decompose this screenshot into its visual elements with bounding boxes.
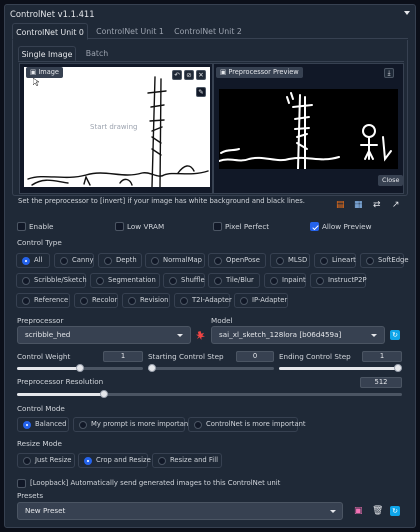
start-step-input[interactable]: 0 — [236, 351, 274, 362]
end-step-label: Ending Control Step — [279, 352, 351, 361]
resolution-label: Preprocessor Resolution — [17, 377, 104, 386]
preview-edges — [219, 92, 392, 169]
low-vram-label: Low VRAM — [127, 222, 165, 231]
collapse-chevron-icon[interactable] — [403, 9, 411, 17]
control-type-scribble[interactable]: Scribble/Sketch — [16, 273, 87, 288]
chevron-down-icon — [330, 510, 336, 513]
control-type-shuffle[interactable]: Shuffle — [163, 273, 205, 288]
presets-value: New Preset — [25, 506, 66, 515]
model-value: sai_xl_sketch_128lora [b06d459a] — [219, 330, 342, 339]
low-vram-checkbox[interactable] — [115, 222, 124, 231]
refresh-icon[interactable]: ↻ — [390, 506, 400, 516]
control-weight-input[interactable]: 1 — [103, 351, 143, 362]
grid-icon[interactable]: ▦ — [354, 200, 364, 210]
loopback-checkbox[interactable] — [17, 479, 26, 488]
control-type-normalmap[interactable]: NormalMap — [145, 253, 205, 268]
control-mode-label: Control Mode — [17, 404, 65, 413]
control-type-tile-blur[interactable]: Tile/Blur — [208, 273, 260, 288]
resolution-input[interactable]: 512 — [360, 377, 402, 388]
refresh-icon[interactable]: ↻ — [390, 330, 400, 340]
control-weight-label: Control Weight — [17, 352, 71, 361]
start-step-slider[interactable] — [148, 364, 274, 372]
control-type-openpose[interactable]: OpenPose — [208, 253, 266, 268]
control-type-inpaint[interactable]: Inpaint — [264, 273, 306, 288]
enable-label: Enable — [29, 222, 54, 231]
brush-icon[interactable]: ✎ — [196, 87, 206, 97]
save-icon[interactable]: ▣ — [354, 506, 364, 516]
resize-mode-label: Resize Mode — [17, 439, 62, 448]
clear-icon[interactable]: ⊘ — [184, 70, 194, 80]
start-step-label: Starting Control Step — [148, 352, 224, 361]
preprocessor-label: Preprocessor — [17, 316, 64, 325]
control-mode-controlnet[interactable]: ControlNet is more important — [188, 417, 306, 432]
document-icon[interactable]: ▤ — [336, 200, 346, 210]
resize-mode-crop-resize[interactable]: Crop and Resize — [78, 453, 151, 468]
curve-arrow-icon[interactable]: ↗ — [392, 200, 402, 210]
control-weight-slider[interactable] — [17, 364, 143, 372]
delete-icon[interactable]: 🗑 — [372, 506, 383, 516]
preprocessor-select[interactable]: scribble_hed — [17, 326, 191, 344]
control-type-lineart[interactable]: Lineart — [314, 253, 356, 268]
control-type-label: Control Type — [17, 238, 62, 247]
resize-mode-just-resize[interactable]: Just Resize — [17, 453, 75, 468]
tab-unit-1[interactable]: ControlNet Unit 1 — [92, 23, 168, 40]
control-type-recolor[interactable]: Recolor — [74, 293, 118, 308]
canvas-placeholder: Start drawing — [90, 123, 138, 131]
subtab-divider — [18, 61, 404, 62]
control-type-softedge[interactable]: SoftEdge — [360, 253, 409, 268]
presets-label: Presets — [17, 491, 44, 500]
end-step-input[interactable]: 1 — [362, 351, 402, 362]
control-type-revision[interactable]: Revision — [122, 293, 170, 308]
preprocessor-value: scribble_hed — [25, 330, 71, 339]
chevron-down-icon — [371, 334, 377, 337]
control-type-group: All Canny Depth NormalMap OpenPose MLSD … — [16, 250, 409, 312]
preview-label-chip: ▣ Preprocessor Preview — [216, 67, 303, 78]
model-select[interactable]: sai_xl_sketch_128lora [b06d459a] — [211, 326, 385, 344]
allow-preview-checkbox[interactable] — [310, 222, 319, 231]
tab-single-image[interactable]: Single Image — [18, 46, 76, 61]
end-step-slider[interactable] — [279, 364, 402, 372]
control-type-reference[interactable]: Reference — [16, 293, 70, 308]
image-label: Image — [38, 68, 59, 76]
control-type-mlsd[interactable]: MLSD — [270, 253, 310, 268]
model-label: Model — [211, 316, 233, 325]
control-type-t2i-adapter[interactable]: T2I-Adapter — [174, 293, 232, 308]
drawing-canvas[interactable]: Start drawing — [24, 67, 210, 187]
enable-checkbox[interactable] — [17, 222, 26, 231]
control-type-canny[interactable]: Canny — [54, 253, 94, 268]
control-type-instructp2p[interactable]: InstructP2P — [310, 273, 367, 288]
unit-tab-bar: ControlNet Unit 0 ControlNet Unit 1 Cont… — [12, 23, 408, 40]
panel-title: ControlNet v1.1.411 — [10, 9, 95, 19]
control-type-ip-adapter[interactable]: IP-Adapter — [234, 293, 288, 308]
preview-label: Preprocessor Preview — [228, 68, 299, 76]
explosion-icon[interactable] — [196, 331, 205, 340]
control-mode-balanced[interactable]: Balanced — [17, 417, 69, 432]
tab-batch[interactable]: Batch — [80, 46, 114, 61]
close-preview-button[interactable]: Close — [378, 175, 404, 186]
tab-unit-2[interactable]: ControlNet Unit 2 — [168, 23, 248, 40]
control-type-all[interactable]: All — [16, 253, 50, 268]
preview-image — [219, 89, 398, 169]
control-type-depth[interactable]: Depth — [98, 253, 142, 268]
cursor-pointer-icon — [33, 78, 39, 86]
control-mode-prompt[interactable]: My prompt is more important — [73, 417, 191, 432]
download-icon[interactable]: ⤓ — [384, 68, 394, 78]
close-icon[interactable]: ✕ — [196, 70, 206, 80]
invert-hint: Set the preprocessor to [invert] if your… — [18, 197, 305, 205]
pixel-perfect-checkbox[interactable] — [213, 222, 222, 231]
control-type-segmentation[interactable]: Segmentation — [90, 273, 160, 288]
loopback-label: [Loopback] Automatically send generated … — [30, 479, 281, 487]
resolution-slider[interactable] — [17, 390, 402, 398]
swap-icon[interactable]: ⇄ — [373, 200, 383, 210]
chevron-down-icon — [177, 334, 183, 337]
pixel-perfect-label: Pixel Perfect — [225, 222, 270, 231]
image-label-chip: ▣ Image — [26, 67, 63, 78]
tab-unit-0[interactable]: ControlNet Unit 0 — [12, 23, 88, 40]
undo-icon[interactable]: ↶ — [172, 70, 182, 80]
resize-mode-resize-fill[interactable]: Resize and Fill — [152, 453, 222, 468]
presets-select[interactable]: New Preset — [17, 502, 343, 520]
allow-preview-label: Allow Preview — [322, 222, 372, 231]
